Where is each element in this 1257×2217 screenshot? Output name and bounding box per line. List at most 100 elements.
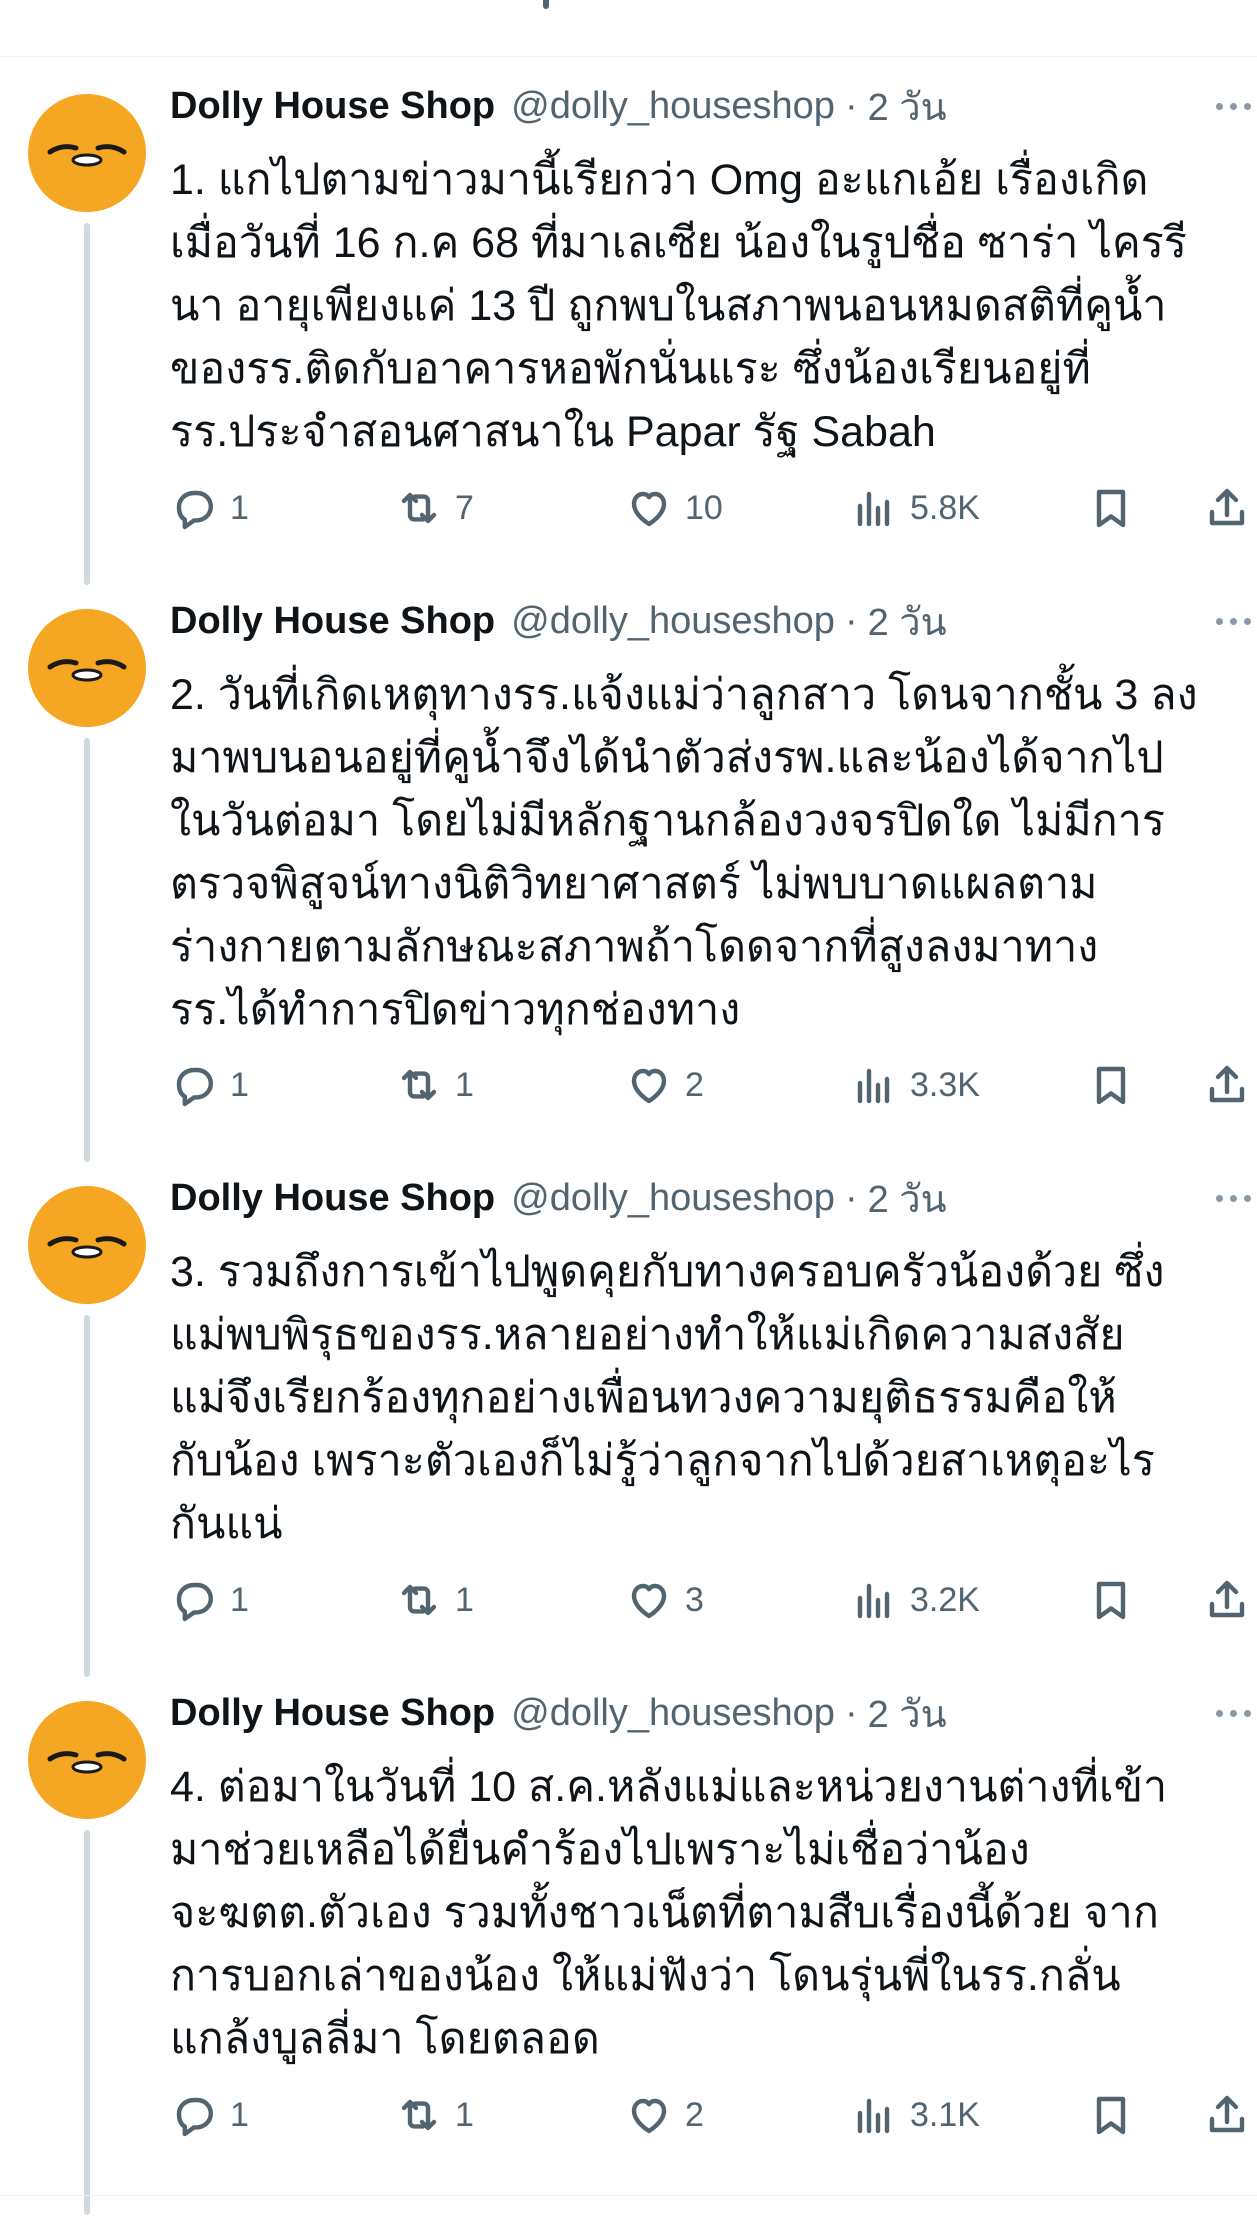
like-button[interactable]: 3 bbox=[625, 1572, 704, 1628]
tweet-header: Dolly House Shop @dolly_houseshop · 2 วั… bbox=[170, 1689, 1257, 1737]
post-time[interactable]: 2 วัน bbox=[868, 591, 947, 652]
speech-bubble-icon bbox=[176, 490, 213, 530]
like-count: 2 bbox=[685, 1065, 704, 1104]
share-button[interactable] bbox=[1203, 1057, 1251, 1113]
bookmark-button[interactable] bbox=[1087, 1572, 1135, 1628]
tweet[interactable]: Dolly House Shop @dolly_houseshop · 2 วั… bbox=[0, 1150, 1257, 1673]
views-button[interactable]: 3.1K bbox=[850, 2087, 980, 2143]
retweet-button[interactable]: 1 bbox=[395, 2087, 474, 2143]
share-upload-icon bbox=[1209, 1580, 1245, 1618]
header-separator: · bbox=[844, 599, 858, 642]
view-count: 5.8K bbox=[910, 488, 980, 527]
more-icon[interactable] bbox=[1216, 597, 1251, 645]
author-handle[interactable]: @dolly_houseshop bbox=[511, 600, 835, 643]
bookmark-icon bbox=[1096, 1066, 1126, 1105]
partial-glyph bbox=[543, 0, 549, 9]
reply-button[interactable]: 1 bbox=[170, 2087, 249, 2143]
views-button[interactable]: 3.2K bbox=[850, 1572, 980, 1628]
heart-icon bbox=[631, 2098, 667, 2134]
bottom-divider bbox=[0, 2195, 1257, 2196]
retweet-button[interactable]: 7 bbox=[395, 480, 474, 536]
thread-connector-line bbox=[84, 738, 90, 1158]
avatar[interactable] bbox=[28, 1701, 146, 1819]
avatar[interactable] bbox=[28, 609, 146, 727]
bookmark-icon bbox=[1096, 489, 1126, 528]
retweet-arrows-icon bbox=[401, 492, 437, 524]
view-count: 3.2K bbox=[910, 1580, 980, 1619]
share-button[interactable] bbox=[1203, 480, 1251, 536]
tweet-actions: 1 1 2 3.1K bbox=[170, 2087, 1257, 2143]
retweet-button[interactable]: 1 bbox=[395, 1057, 474, 1113]
speech-bubble-icon bbox=[176, 1582, 213, 1622]
reply-button[interactable]: 1 bbox=[170, 480, 249, 536]
views-button[interactable]: 3.3K bbox=[850, 1057, 980, 1113]
post-time[interactable]: 2 วัน bbox=[868, 1683, 947, 1744]
tweet-header: Dolly House Shop @dolly_houseshop · 2 วั… bbox=[170, 597, 1257, 645]
tweet-text: 2. วันที่เกิดเหตุทางรร.แจ้งแม่ว่าลูกสาว … bbox=[170, 671, 1198, 1034]
author-handle[interactable]: @dolly_houseshop bbox=[511, 1692, 835, 1735]
retweet-arrows-icon bbox=[401, 1069, 437, 1101]
reply-count: 1 bbox=[230, 1580, 249, 1619]
retweet-arrows-icon bbox=[401, 2099, 437, 2131]
bookmark-icon bbox=[1096, 1581, 1126, 1620]
like-button[interactable]: 2 bbox=[625, 1057, 704, 1113]
share-button[interactable] bbox=[1203, 1572, 1251, 1628]
like-count: 2 bbox=[685, 2095, 704, 2134]
thread-connector-line bbox=[84, 1665, 90, 1677]
like-button[interactable]: 10 bbox=[625, 480, 723, 536]
reply-count: 1 bbox=[230, 2095, 249, 2134]
views-button[interactable]: 5.8K bbox=[850, 480, 980, 536]
tweet[interactable]: Dolly House Shop @dolly_houseshop · 2 วั… bbox=[0, 573, 1257, 1158]
bar-chart-icon bbox=[857, 1583, 890, 1619]
reply-count: 1 bbox=[230, 1065, 249, 1104]
author-handle[interactable]: @dolly_houseshop bbox=[511, 85, 835, 128]
avatar[interactable] bbox=[28, 94, 146, 212]
heart-icon bbox=[631, 1583, 667, 1619]
view-count: 3.3K bbox=[910, 1065, 980, 1104]
reply-button[interactable]: 1 bbox=[170, 1057, 249, 1113]
thread-connector-line bbox=[84, 1830, 90, 2215]
share-upload-icon bbox=[1209, 1065, 1245, 1103]
author-name[interactable]: Dolly House Shop bbox=[170, 85, 495, 128]
retweet-count: 1 bbox=[455, 2095, 474, 2134]
author-handle[interactable]: @dolly_houseshop bbox=[511, 1177, 835, 1220]
bookmark-button[interactable] bbox=[1087, 480, 1135, 536]
header-separator: · bbox=[844, 84, 858, 127]
author-name[interactable]: Dolly House Shop bbox=[170, 1692, 495, 1735]
tweet-actions: 1 1 2 3.3K bbox=[170, 1057, 1257, 1113]
speech-bubble-icon bbox=[176, 1067, 213, 1107]
more-icon[interactable] bbox=[1216, 1174, 1251, 1222]
bookmark-button[interactable] bbox=[1087, 1057, 1135, 1113]
post-time[interactable]: 2 วัน bbox=[868, 1168, 947, 1229]
tweet[interactable]: Dolly House Shop @dolly_houseshop · 2 วั… bbox=[0, 57, 1257, 583]
thread-connector-line bbox=[84, 223, 90, 583]
like-button[interactable]: 2 bbox=[625, 2087, 704, 2143]
author-name[interactable]: Dolly House Shop bbox=[170, 1177, 495, 1220]
header-separator: · bbox=[844, 1691, 858, 1734]
tweet-actions: 1 7 10 5.8K bbox=[170, 480, 1257, 536]
reply-count: 1 bbox=[230, 488, 249, 527]
share-upload-icon bbox=[1209, 488, 1245, 526]
tweet-text: 3. รวมถึงการเข้าไปพูดคุยกับทางครอบครัวน้… bbox=[170, 1248, 1165, 1548]
heart-icon bbox=[631, 1068, 667, 1104]
thread-connector-line bbox=[84, 573, 90, 585]
retweet-button[interactable]: 1 bbox=[395, 1572, 474, 1628]
bookmark-icon bbox=[1096, 2096, 1126, 2135]
share-upload-icon bbox=[1209, 2095, 1245, 2133]
avatar[interactable] bbox=[28, 1186, 146, 1304]
bookmark-button[interactable] bbox=[1087, 2087, 1135, 2143]
more-icon[interactable] bbox=[1216, 82, 1251, 130]
tweet[interactable]: Dolly House Shop @dolly_houseshop · 2 วั… bbox=[0, 1665, 1257, 2217]
like-count: 3 bbox=[685, 1580, 704, 1619]
more-icon[interactable] bbox=[1216, 1689, 1251, 1737]
retweet-count: 1 bbox=[455, 1065, 474, 1104]
author-name[interactable]: Dolly House Shop bbox=[170, 600, 495, 643]
speech-bubble-icon bbox=[176, 2097, 213, 2137]
post-time[interactable]: 2 วัน bbox=[868, 76, 947, 137]
reply-button[interactable]: 1 bbox=[170, 1572, 249, 1628]
bar-chart-icon bbox=[857, 2098, 890, 2134]
bar-chart-icon bbox=[857, 1068, 890, 1104]
thread-connector-line bbox=[84, 1150, 90, 1162]
header-separator: · bbox=[844, 1176, 858, 1219]
share-button[interactable] bbox=[1203, 2087, 1251, 2143]
